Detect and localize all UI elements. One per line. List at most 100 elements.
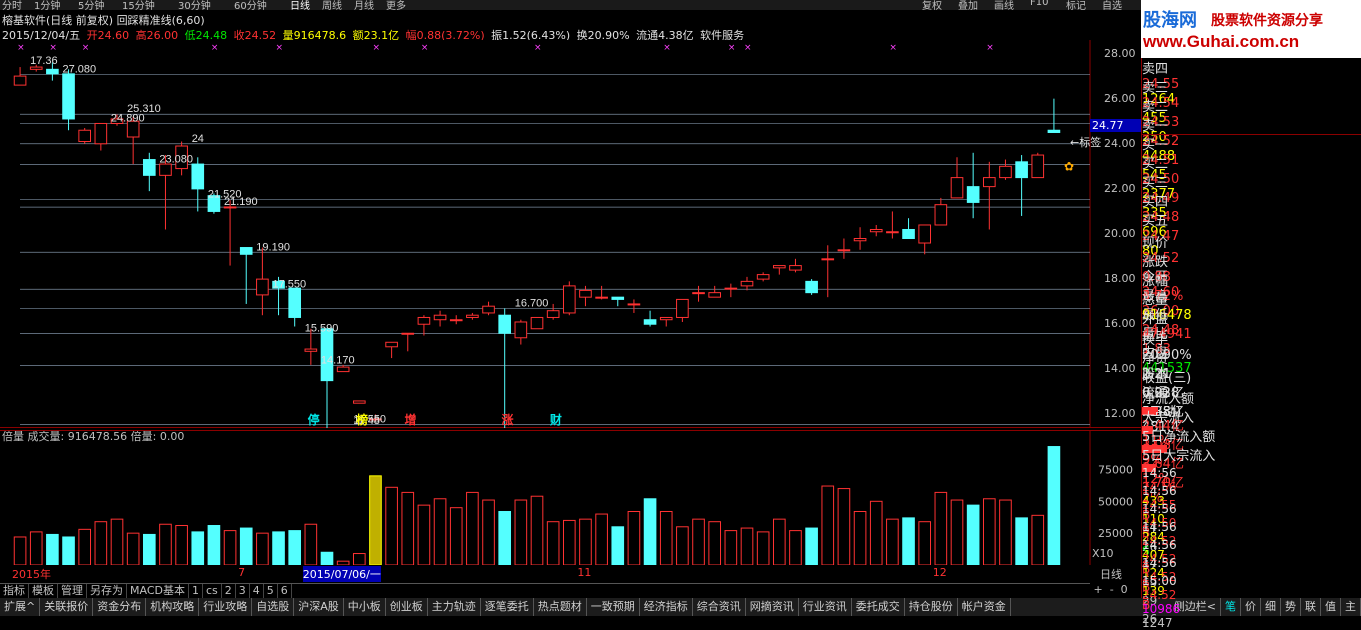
candle-4[interactable] bbox=[78, 127, 92, 144]
candle-49[interactable] bbox=[805, 279, 818, 295]
volume-controls[interactable]: + - 0 bbox=[1090, 583, 1141, 597]
volume-bar-47[interactable] bbox=[772, 518, 786, 565]
candlestick-chart[interactable]: 27.08024.89025.31023.0802421.52021.19019… bbox=[0, 40, 1141, 428]
volume-bar-5[interactable] bbox=[94, 521, 108, 565]
volume-bar-42[interactable] bbox=[692, 518, 705, 565]
volume-bar-29[interactable] bbox=[482, 499, 495, 565]
volume-bar-7[interactable] bbox=[126, 532, 140, 565]
nav-tab-9[interactable]: 主力轨迹 bbox=[428, 598, 481, 616]
volume-bar-30[interactable] bbox=[498, 511, 512, 565]
volume-bar-33[interactable] bbox=[546, 521, 560, 565]
volume-bar-11[interactable] bbox=[191, 531, 205, 565]
top-right-button-2[interactable]: 画线 bbox=[994, 0, 1014, 10]
volume-bar-16[interactable] bbox=[272, 531, 285, 565]
volume-bar-59[interactable] bbox=[966, 504, 980, 565]
volume-bar-45[interactable] bbox=[740, 527, 754, 565]
top-right-button-5[interactable]: 自选 bbox=[1102, 0, 1122, 10]
volume-bar-17[interactable] bbox=[288, 530, 302, 565]
candle-32[interactable] bbox=[530, 316, 544, 330]
volume-bar-44[interactable] bbox=[724, 530, 738, 565]
volume-bar-52[interactable] bbox=[853, 511, 867, 565]
volume-bar-41[interactable] bbox=[676, 526, 689, 565]
volume-bar-19[interactable] bbox=[320, 551, 334, 565]
period-tab-1[interactable]: 1分钟 bbox=[34, 0, 60, 10]
indicator-tab-2[interactable]: 管理 bbox=[58, 584, 87, 598]
order-book-row-8[interactable]: 买五 24.47 80 bbox=[1142, 210, 1361, 259]
period-tab-0[interactable]: 分时 bbox=[2, 0, 22, 10]
volume-bar-38[interactable] bbox=[627, 511, 641, 565]
volume-bar-27[interactable] bbox=[449, 507, 463, 565]
volume-bar-15[interactable] bbox=[256, 532, 269, 565]
volume-bar-22[interactable] bbox=[369, 475, 382, 565]
period-tab-3[interactable]: 15分钟 bbox=[122, 0, 155, 10]
indicator-tab-8[interactable]: 3 bbox=[236, 584, 250, 598]
order-book-row-1[interactable]: 卖三 24.54 455 bbox=[1142, 77, 1361, 126]
candle-21[interactable] bbox=[352, 400, 366, 404]
volume-bar-3[interactable] bbox=[62, 536, 75, 565]
volume-bar-56[interactable] bbox=[918, 521, 932, 565]
candle-34[interactable] bbox=[562, 281, 576, 316]
nav-tab-13[interactable]: 经济指标 bbox=[640, 598, 693, 616]
period-tab-2[interactable]: 5分钟 bbox=[78, 0, 104, 10]
volume-bar-28[interactable] bbox=[466, 491, 479, 565]
indicator-tab-1[interactable]: 模板 bbox=[29, 584, 58, 598]
order-book-row-5[interactable]: 买二 24.50 2377 bbox=[1142, 153, 1361, 202]
volume-bar-50[interactable] bbox=[821, 485, 835, 565]
nav-tab-11[interactable]: 热点题材 bbox=[534, 598, 587, 616]
event-marker-3[interactable]: 涨 bbox=[501, 412, 513, 427]
top-right-button-0[interactable]: 复权 bbox=[922, 0, 942, 10]
nav-tab-2[interactable]: 资金分布 bbox=[93, 598, 147, 616]
nav-tab-16[interactable]: 行业资讯 bbox=[799, 598, 852, 616]
nav-tab-12[interactable]: 一致预期 bbox=[587, 598, 640, 616]
indicator-tab-4[interactable]: MACD基本 bbox=[127, 584, 189, 598]
volume-bar-14[interactable] bbox=[239, 527, 253, 565]
period-tab-7[interactable]: 周线 bbox=[322, 0, 342, 10]
volume-bar-23[interactable] bbox=[385, 486, 398, 565]
volume-bar-31[interactable] bbox=[514, 499, 528, 565]
candle-63[interactable] bbox=[1031, 152, 1045, 179]
nav-tab-14[interactable]: 综合资讯 bbox=[693, 598, 746, 616]
nav-tab-15[interactable]: 网摘资讯 bbox=[746, 598, 799, 616]
indicator-tab-0[interactable]: 指标 bbox=[0, 584, 29, 598]
volume-bar-60[interactable] bbox=[982, 498, 996, 565]
volume-bar-63[interactable] bbox=[1031, 514, 1045, 565]
event-marker-1[interactable]: 榜 bbox=[356, 412, 368, 427]
volume-bar-62[interactable] bbox=[1015, 517, 1028, 565]
volume-bar-57[interactable] bbox=[934, 491, 948, 565]
event-marker-2[interactable]: 增 bbox=[405, 412, 417, 427]
volume-chart[interactable]: 75000 50000 25000 X10 bbox=[0, 430, 1141, 565]
volume-bar-24[interactable] bbox=[401, 491, 415, 565]
volume-bar-61[interactable] bbox=[999, 499, 1012, 565]
volume-bar-20[interactable] bbox=[336, 560, 350, 565]
order-book-row-2[interactable]: 卖二 24.53 250 bbox=[1142, 96, 1361, 145]
indicator-tab-11[interactable]: 6 bbox=[278, 584, 292, 598]
order-book-row-0[interactable]: 卖四 24.55 1264 bbox=[1142, 58, 1361, 107]
period-tab-9[interactable]: 更多 bbox=[386, 0, 406, 10]
volume-bar-46[interactable] bbox=[756, 531, 770, 565]
nav-tab-17[interactable]: 委托成交 bbox=[852, 598, 905, 616]
period-tab-8[interactable]: 月线 bbox=[354, 0, 374, 10]
volume-bar-13[interactable] bbox=[223, 530, 237, 565]
volume-bar-54[interactable] bbox=[886, 518, 899, 565]
volume-bar-2[interactable] bbox=[46, 533, 59, 565]
indicator-tab-6[interactable]: cs bbox=[203, 584, 222, 598]
volume-bar-1[interactable] bbox=[29, 531, 43, 565]
order-book-row-3[interactable]: 卖一 24.52 4488 bbox=[1142, 115, 1361, 164]
nav-tab-0[interactable]: 扩展^ bbox=[0, 598, 41, 616]
nav-tab-4[interactable]: 行业攻略 bbox=[199, 598, 253, 616]
volume-bar-53[interactable] bbox=[869, 500, 883, 565]
nav-tab-19[interactable]: 帐户资金 bbox=[958, 598, 1011, 616]
volume-bar-35[interactable] bbox=[579, 518, 592, 565]
nav-tab-3[interactable]: 机构攻略 bbox=[146, 598, 200, 616]
nav-tab-5[interactable]: 自选股 bbox=[252, 598, 295, 616]
volume-bar-8[interactable] bbox=[142, 533, 156, 565]
volume-bar-32[interactable] bbox=[530, 495, 544, 565]
nav-tab-8[interactable]: 创业板 bbox=[386, 598, 428, 616]
volume-bar-40[interactable] bbox=[659, 511, 673, 565]
volume-bar-39[interactable] bbox=[643, 498, 657, 565]
volume-bar-37[interactable] bbox=[611, 526, 625, 565]
volume-bar-21[interactable] bbox=[352, 553, 366, 565]
event-marker-4[interactable]: 财 bbox=[549, 412, 562, 427]
volume-bar-64[interactable] bbox=[1047, 446, 1061, 565]
indicator-tab-3[interactable]: 另存为 bbox=[87, 584, 127, 598]
